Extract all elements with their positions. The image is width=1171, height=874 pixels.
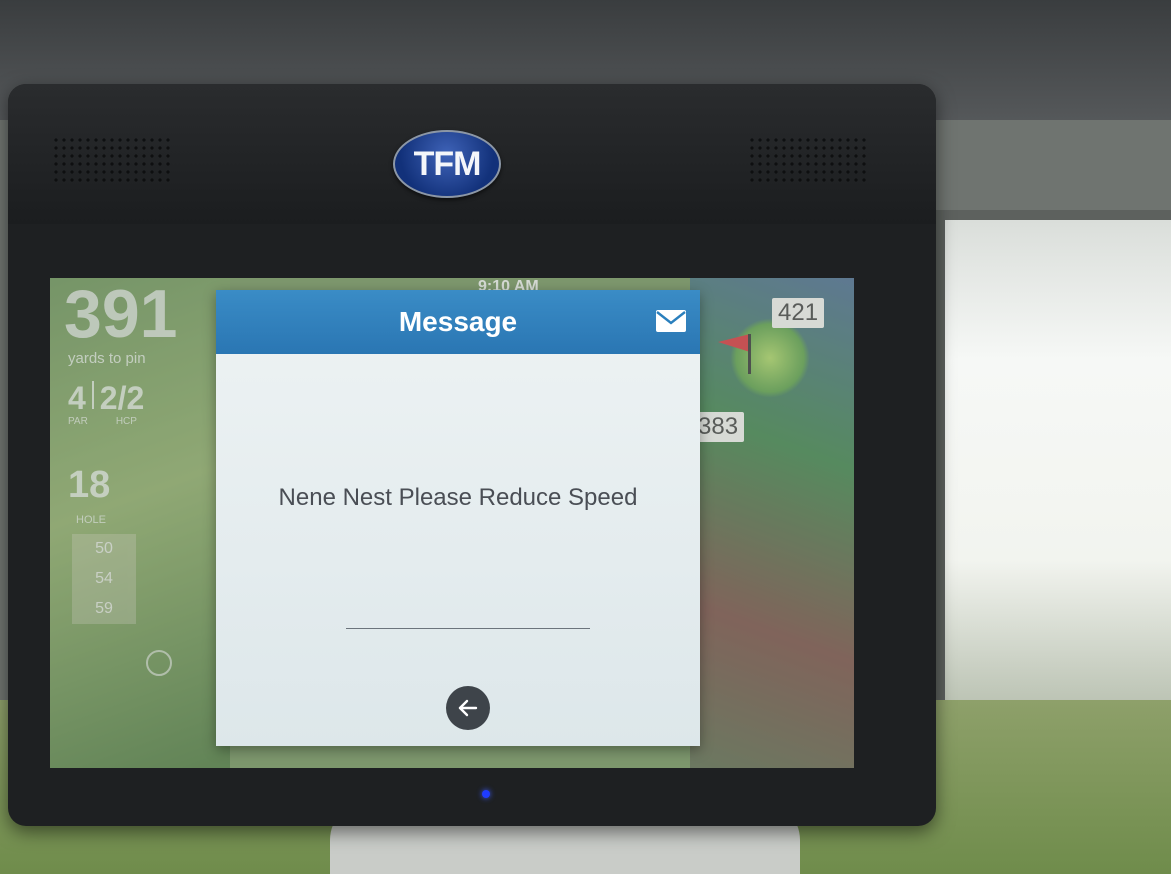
status-led [482, 790, 490, 798]
gps-screen: 391 yards to pin 4 2/2 PAR HCP 18 HOLE 5… [50, 278, 854, 768]
arrow-left-icon [458, 699, 478, 717]
message-dialog: Message Nene Nest Please Reduce Speed [216, 290, 700, 746]
speaker-grille-right [748, 136, 868, 186]
brand-logo: TFM [393, 130, 501, 198]
dialog-divider [346, 628, 590, 629]
window-frame [935, 210, 1171, 710]
dialog-title: Message [398, 306, 518, 337]
dialog-message-text: Nene Nest Please Reduce Speed [278, 484, 638, 511]
device-bezel-top: TFM [8, 84, 936, 224]
golf-cart-gps-device: TFM 391 yards to pin 4 2/2 PAR HCP 18 HO… [8, 84, 936, 826]
back-button[interactable] [446, 686, 490, 730]
dialog-header: Message [216, 290, 700, 354]
mail-icon [656, 310, 686, 332]
speaker-grille-left [52, 136, 172, 186]
